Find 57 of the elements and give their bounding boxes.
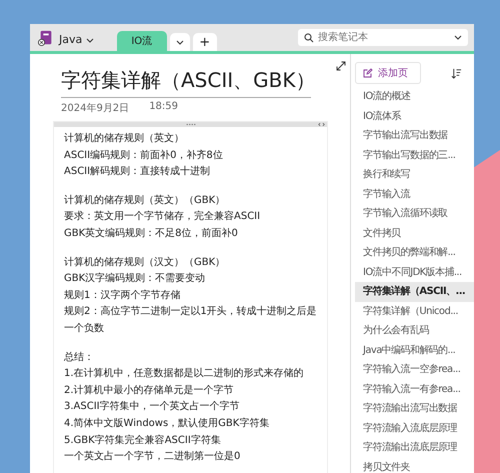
- page-list-item[interactable]: 字符输入流一有参rea...: [355, 380, 474, 399]
- page-list-item[interactable]: IO流的概述: [355, 87, 474, 106]
- search-icon: [304, 32, 314, 42]
- page-list-item[interactable]: IO流体系: [355, 106, 474, 126]
- page-list-item[interactable]: 文件拷贝的弊端和解...: [355, 243, 474, 262]
- page-time: 18:59: [149, 101, 178, 114]
- note-text-line: 规则2：高位字节二进制一定以1开头，转成十进制之后是一个负数: [64, 304, 318, 336]
- note-text-line: 一个英文占一个字节，二进制第一位是0: [64, 450, 242, 464]
- note-handle-bar[interactable]: [54, 122, 327, 127]
- page-date: 2024年9月2日: [61, 102, 130, 115]
- note-text-line: 3.ASCII字符集中，一个英文占一个字节: [64, 400, 241, 414]
- page-title: 字符集详解（ASCII、GBK）: [61, 67, 311, 98]
- page-list-item[interactable]: 字节输入流: [355, 184, 474, 204]
- note-text-line: GBK汉字编码规则：不需要变动: [64, 272, 206, 286]
- note-text-line: 要求：英文用一个字节储存，完全兼容ASCII: [64, 210, 262, 224]
- page-list-item[interactable]: 字符集详解（ASCII、...: [355, 282, 474, 302]
- page-list-item[interactable]: IO流中不同JDK版本捕...: [355, 262, 474, 282]
- page-list-item[interactable]: 为什么会有乱码: [355, 321, 474, 340]
- add-page-button[interactable]: 添加页: [355, 62, 421, 84]
- sort-icon[interactable]: [451, 68, 462, 78]
- chevron-down-icon: [86, 38, 94, 43]
- note-text-line: 2.计算机中最小的存储单元是一个字节: [64, 384, 235, 398]
- page-list-item[interactable]: Java中编码和解码的...: [355, 340, 474, 360]
- note-text-line: 5.GBK字符集完全兼容ASCII字符集: [64, 434, 222, 448]
- tab-dropdown[interactable]: [170, 33, 190, 51]
- page-list-item[interactable]: 字符流输出流写出数据: [355, 399, 474, 418]
- search-field[interactable]: 搜索笔记本: [298, 29, 468, 46]
- resize-arrows-icon[interactable]: [318, 122, 325, 127]
- chevron-down-icon: [176, 40, 184, 44]
- note-text-line: 规则1：汉字两个字节存储: [64, 288, 182, 303]
- page-list-item[interactable]: 文件拷贝: [355, 224, 474, 243]
- edit-icon: [363, 68, 373, 78]
- notebook-icon[interactable]: [38, 30, 54, 46]
- note-text-line: 计算机的储存规则（英文）: [64, 132, 185, 146]
- section-tab[interactable]: IO流: [116, 31, 167, 51]
- page-list-item[interactable]: 字符集详解（Unicod...: [355, 302, 474, 321]
- note-text-line: GBK英文编码规则：不足8位，前面补0: [64, 226, 239, 241]
- note-text-line: 计算机的储存规则（汉文）（GBK）: [64, 256, 226, 270]
- page-list-item[interactable]: 换行和续写: [355, 165, 474, 184]
- page-list-item[interactable]: 字符流输出流底层原理: [355, 438, 474, 458]
- page-list-item[interactable]: 字节输出流写出数据: [355, 126, 474, 146]
- page-list-item[interactable]: 拷贝文件夹: [355, 458, 474, 473]
- note-text-line: ASCII解码规则：直接转成十进制: [64, 164, 212, 180]
- drag-handle-icon[interactable]: [186, 123, 196, 126]
- note-text-line: 计算机的储存规则（英文）（GBK）: [64, 194, 226, 208]
- page-list-item[interactable]: 字符流输入流底层原理: [355, 418, 474, 438]
- chevron-down-icon: [454, 35, 462, 40]
- notebook-dropdown[interactable]: Java: [59, 33, 94, 46]
- page-list-item[interactable]: 字节输入流循环读取: [355, 204, 474, 224]
- note-text-line: 总结：: [64, 350, 95, 365]
- add-section-button[interactable]: +: [192, 33, 217, 51]
- note-text-line: 4.简体中文版Windows，默认使用GBK字符集: [64, 416, 270, 431]
- expand-icon[interactable]: [336, 61, 346, 71]
- note-text-line: ASCII编码规则：前面补0，补齐8位: [64, 148, 224, 163]
- page-list-item[interactable]: 字符输入流一空参rea...: [355, 360, 474, 380]
- note-text-line: 1.在计算机中，任意数据都是以二进制的形式来存储的: [64, 366, 305, 382]
- page-list-item[interactable]: 字节输出写数据的三...: [355, 146, 474, 165]
